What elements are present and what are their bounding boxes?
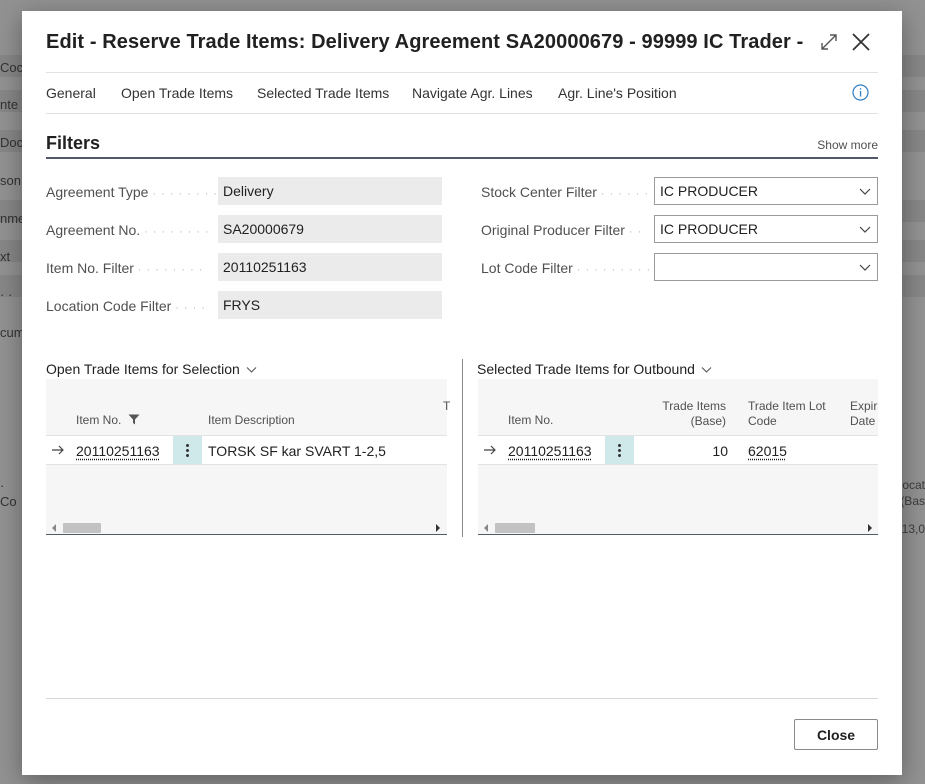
column-header-truncated[interactable]: T xyxy=(443,399,450,413)
agreement-no-label: Agreement No. · · · · · · · · xyxy=(46,222,210,238)
table-row[interactable]: 20110251163 10 62015 xyxy=(478,435,878,465)
field-label-text: Lot Code Filter xyxy=(481,260,573,276)
scrollbar-thumb[interactable] xyxy=(63,523,101,533)
agreement-type-label: Agreement Type · · · · · · · · xyxy=(46,184,219,200)
scroll-left-arrow-icon[interactable] xyxy=(484,524,488,532)
row-actions-button[interactable] xyxy=(605,436,634,464)
selected-items-grid: Item No. Trade Items (Base) Trade Item L… xyxy=(478,379,878,535)
field-label-text: Location Code Filter xyxy=(46,298,172,314)
close-icon[interactable] xyxy=(851,32,871,52)
stock-center-filter-label: Stock Center Filter · · · · · · xyxy=(481,184,650,200)
column-header-item-no[interactable]: Item No. xyxy=(76,413,140,427)
original-producer-filter-label: Original Producer Filter · · xyxy=(481,222,643,238)
grid-bottom-border xyxy=(46,534,447,535)
field-label-text: Item No. Filter xyxy=(46,260,134,276)
column-header-text: Date xyxy=(850,414,876,428)
open-items-grid: Item No. Item Description T 20110251163 … xyxy=(46,379,450,535)
chevron-down-icon xyxy=(859,226,871,233)
close-button[interactable]: Close xyxy=(794,719,878,750)
column-header-text: Expira xyxy=(850,399,878,413)
select-value: IC PRODUCER xyxy=(660,221,759,237)
dialog-title: Edit - Reserve Trade Items: Delivery Agr… xyxy=(46,31,806,53)
trade-items-base-cell: 10 xyxy=(712,443,728,459)
field-label-text: Agreement No. xyxy=(46,222,141,238)
scroll-right-arrow-icon[interactable] xyxy=(436,524,440,532)
scrollbar-thumb[interactable] xyxy=(495,523,535,533)
row-selected-arrow-icon xyxy=(484,445,496,455)
item-description-cell: TORSK SF kar SVART 1-2,5 xyxy=(208,443,386,459)
table-row[interactable]: 20110251163 TORSK SF kar SVART 1-2,5 xyxy=(46,435,447,465)
field-label-text: Agreement Type xyxy=(46,184,149,200)
row-actions-button[interactable] xyxy=(173,436,202,464)
location-code-filter-label: Location Code Filter · · · · xyxy=(46,298,207,314)
item-no-filter-field: 20110251163 xyxy=(218,253,442,281)
item-no-cell[interactable]: 20110251163 xyxy=(76,443,160,459)
column-header-text: Trade Item Lot xyxy=(748,399,826,413)
show-more-link[interactable]: Show more xyxy=(817,138,878,152)
footer-divider xyxy=(46,698,878,699)
info-icon[interactable] xyxy=(852,84,869,101)
tab-open-trade-items[interactable]: Open Trade Items xyxy=(121,85,233,101)
horizontal-scrollbar[interactable] xyxy=(46,520,447,534)
column-header-lot-code[interactable]: Trade Item Lot Code xyxy=(748,399,826,429)
grid-bottom-border xyxy=(478,534,878,535)
agreement-type-field: Delivery xyxy=(218,177,442,205)
column-header-text: Item No. xyxy=(76,413,122,427)
chevron-down-icon xyxy=(246,367,257,373)
scroll-right-arrow-icon[interactable] xyxy=(868,524,872,532)
filter-icon xyxy=(128,414,140,425)
part-divider xyxy=(462,359,463,537)
column-header-item-no[interactable]: Item No. xyxy=(508,413,553,427)
tab-agr-line-position[interactable]: Agr. Line's Position xyxy=(558,85,677,101)
filters-header: Filters Show more xyxy=(46,129,878,159)
field-label-text: Stock Center Filter xyxy=(481,184,597,200)
part-title-text: Open Trade Items for Selection xyxy=(46,361,240,377)
column-header-item-description[interactable]: Item Description xyxy=(208,413,295,427)
scroll-left-arrow-icon[interactable] xyxy=(52,524,56,532)
tab-selected-trade-items[interactable]: Selected Trade Items xyxy=(257,85,389,101)
select-value: IC PRODUCER xyxy=(660,183,759,199)
part-title-text: Selected Trade Items for Outbound xyxy=(477,361,695,377)
reserve-trade-items-dialog: Edit - Reserve Trade Items: Delivery Agr… xyxy=(22,11,902,775)
row-selected-arrow-icon xyxy=(52,445,64,455)
chevron-down-icon xyxy=(859,188,871,195)
agreement-no-field: SA20000679 xyxy=(218,215,442,243)
tab-navigate-agr-lines[interactable]: Navigate Agr. Lines xyxy=(412,85,533,101)
original-producer-filter-select[interactable]: IC PRODUCER xyxy=(654,215,878,243)
filters-title: Filters xyxy=(46,133,101,153)
location-code-filter-field: FRYS xyxy=(218,291,442,319)
horizontal-scrollbar[interactable] xyxy=(478,520,878,534)
column-header-text: Code xyxy=(748,414,777,428)
field-label-text: Original Producer Filter xyxy=(481,222,625,238)
column-header-expiration-date[interactable]: Expira Date xyxy=(850,399,878,429)
column-header-text: Trade Items xyxy=(662,399,726,413)
lot-code-cell[interactable]: 62015 xyxy=(748,443,787,459)
item-no-filter-label: Item No. Filter · · · · · · · · xyxy=(46,260,204,276)
chevron-down-icon xyxy=(701,367,712,373)
chevron-down-icon xyxy=(859,264,871,271)
selected-items-part-title[interactable]: Selected Trade Items for Outbound xyxy=(477,361,712,377)
column-header-trade-items-base[interactable]: Trade Items (Base) xyxy=(638,399,726,429)
item-no-cell[interactable]: 20110251163 xyxy=(508,443,592,459)
lot-code-filter-select[interactable] xyxy=(654,253,878,281)
stock-center-filter-select[interactable]: IC PRODUCER xyxy=(654,177,878,205)
action-bar: General Open Trade Items Selected Trade … xyxy=(46,72,878,114)
tab-general[interactable]: General xyxy=(46,85,96,101)
column-header-text: (Base) xyxy=(690,414,726,428)
lot-code-filter-label: Lot Code Filter · · · · · · · · · · xyxy=(481,260,660,276)
expand-icon[interactable] xyxy=(820,33,838,51)
open-items-part-title[interactable]: Open Trade Items for Selection xyxy=(46,361,257,377)
